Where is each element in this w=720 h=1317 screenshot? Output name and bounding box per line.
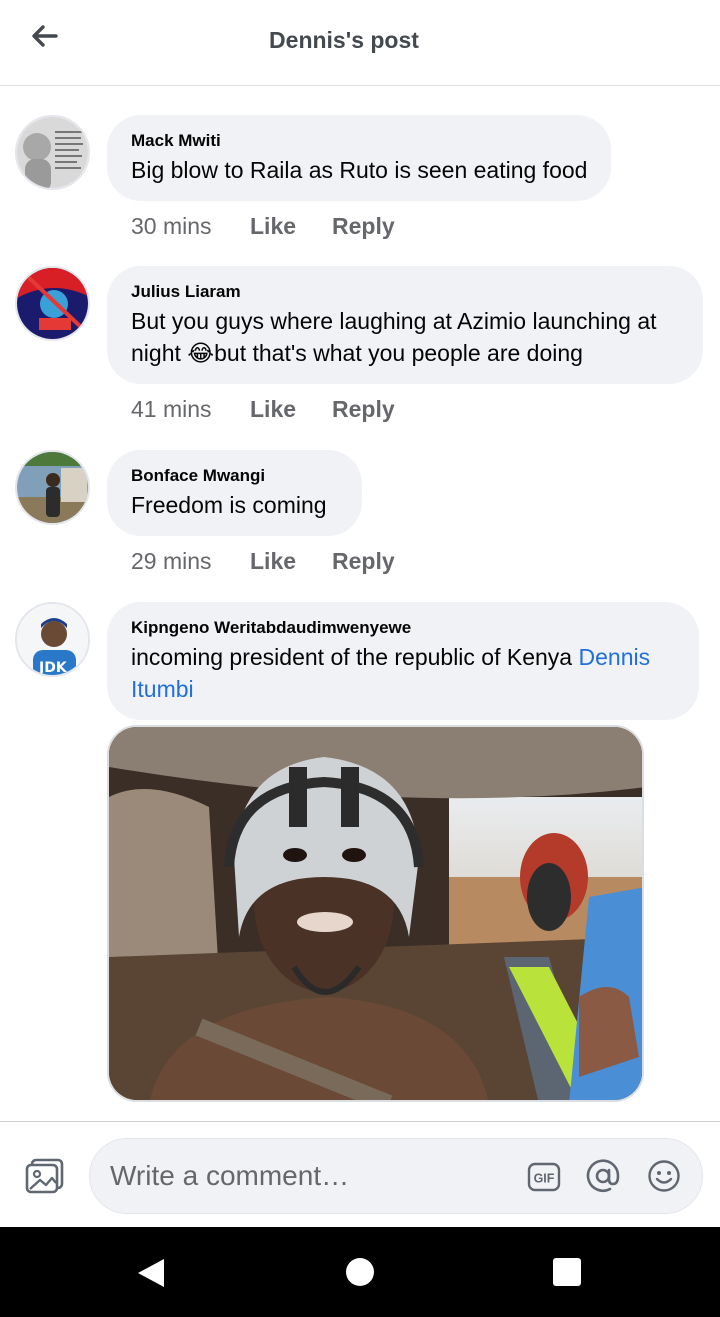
top-bar: Dennis's post [0,0,720,86]
comment-actions: 41 mins Like Reply [131,396,395,423]
comment-text: Big blow to Raila as Ruto is seen eating… [131,157,588,183]
comment-time: 29 mins [131,548,212,574]
photo-button[interactable] [25,1158,65,1194]
comment-author[interactable]: Kipngeno Weritabdaudimwenyewe [131,617,675,639]
triangle-back-icon [138,1259,164,1287]
comment-author[interactable]: Julius Liaram [131,281,679,303]
laughing-emoji: 😂 [187,340,215,366]
comment-author[interactable]: Bonface Mwangi [131,465,338,487]
comments-list[interactable]: Mack Mwiti Big blow to Raila as Ruto is … [0,87,720,1120]
comment-bubble[interactable]: Julius Liaram But you guys where laughin… [107,266,703,384]
like-button[interactable]: Like [250,548,332,575]
photo-icon [25,1158,64,1194]
comment-actions: 29 mins Like Reply [131,548,395,575]
page-title: Dennis's post [269,27,419,53]
comment-input-placeholder: Write a comment… [110,1160,350,1191]
nav-home-button[interactable] [346,1258,374,1286]
like-button[interactable]: Like [250,213,332,240]
nav-back-button[interactable] [136,1257,166,1294]
comment-bubble[interactable]: Bonface Mwangi Freedom is coming [107,450,362,536]
like-button[interactable]: Like [250,396,332,423]
nav-recents-button[interactable] [553,1258,581,1286]
smiley-icon [648,1160,680,1192]
comment-bubble[interactable]: Kipngeno Weritabdaudimwenyewe incoming p… [107,602,699,720]
avatar[interactable] [15,266,90,341]
svg-text:GIF: GIF [534,1172,555,1186]
emoji-button[interactable] [647,1159,681,1193]
comment-input[interactable]: Write a comment… GIF [89,1138,703,1214]
comment-bubble[interactable]: Mack Mwiti Big blow to Raila as Ruto is … [107,115,612,201]
reply-button[interactable]: Reply [332,213,395,240]
comment-text: But you guys where laughing at Azimio la… [131,308,657,366]
mention-button[interactable] [586,1159,620,1193]
gif-button[interactable]: GIF [527,1161,561,1193]
avatar[interactable]: JDK [15,602,90,677]
comment-text: Freedom is coming [131,492,327,518]
gif-icon: GIF [527,1162,561,1192]
comment-actions: 30 mins Like Reply [131,213,395,240]
avatar[interactable] [15,115,90,190]
svg-text:JDK: JDK [38,660,68,676]
comment-composer: Write a comment… GIF [0,1121,720,1227]
comment-text: incoming president of the republic of Ke… [131,644,651,702]
comment-time: 41 mins [131,396,212,422]
system-navigation-bar [0,1227,720,1317]
avatar[interactable] [15,450,90,525]
at-sign-icon [586,1159,620,1192]
comment-attached-image[interactable] [107,725,644,1102]
reply-button[interactable]: Reply [332,548,395,575]
comment-author[interactable]: Mack Mwiti [131,130,587,152]
reply-button[interactable]: Reply [332,396,395,423]
comment-time: 30 mins [131,213,212,239]
